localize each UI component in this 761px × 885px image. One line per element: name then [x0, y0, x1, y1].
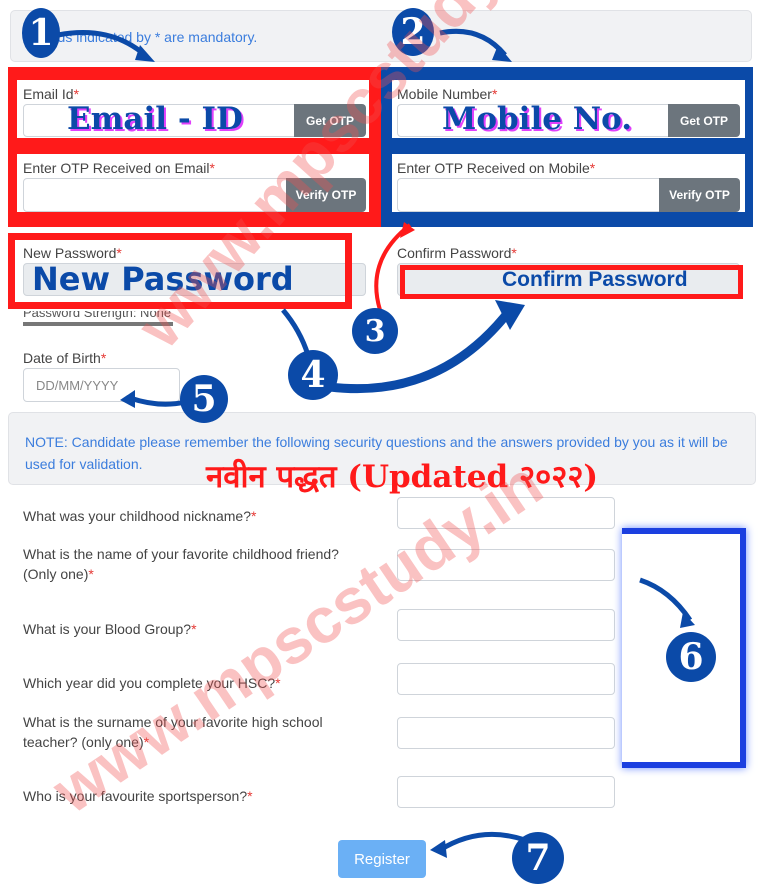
step-7-badge: 7: [512, 832, 564, 884]
step-4-badge: 4: [288, 350, 338, 400]
arrow-7: [438, 831, 526, 853]
step-1-badge: 1: [22, 8, 60, 58]
step-2-badge: 2: [392, 8, 434, 56]
arrow-4-new: [281, 308, 311, 356]
arrow-1: [57, 30, 147, 57]
arrow-5: [129, 395, 186, 407]
step-3-badge: 3: [352, 308, 398, 354]
arrow-6: [639, 577, 693, 622]
annotation-arrows: [57, 28, 695, 858]
step-6-badge: 6: [666, 632, 716, 682]
arrow-3: [374, 223, 412, 311]
step-5-badge: 5: [180, 375, 228, 423]
arrow-2: [439, 28, 507, 57]
